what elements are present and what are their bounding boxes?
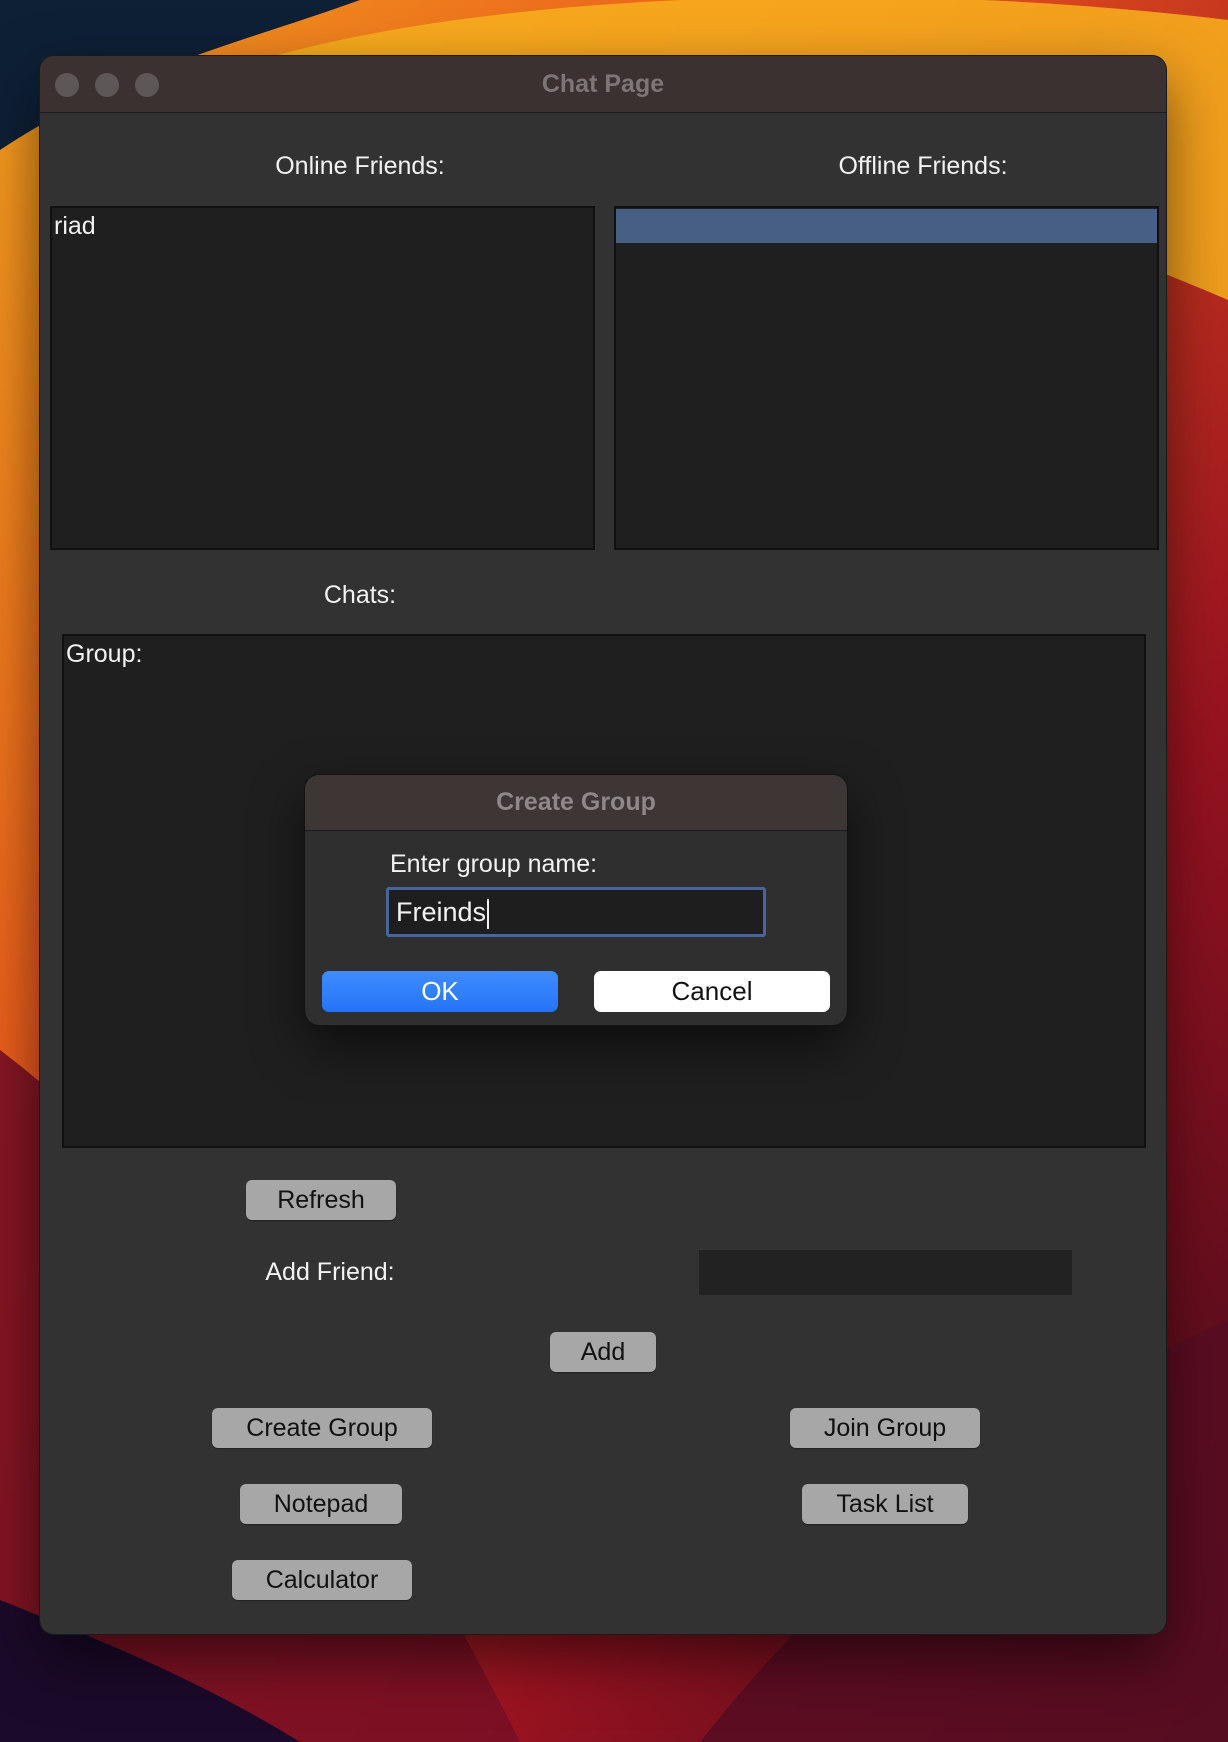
create-group-button[interactable]: Create Group — [212, 1408, 432, 1448]
group-name-prompt: Enter group name: — [390, 850, 598, 878]
dialog-title: Create Group — [496, 788, 656, 816]
group-name-input[interactable]: Freinds — [386, 887, 766, 937]
ok-button[interactable]: OK — [322, 971, 558, 1012]
task-list-button[interactable]: Task List — [802, 1484, 968, 1524]
online-friends-list[interactable]: riad — [50, 206, 595, 550]
cancel-button[interactable]: Cancel — [594, 971, 830, 1012]
offline-friends-list[interactable] — [614, 206, 1159, 550]
online-friend-item[interactable]: riad — [52, 209, 593, 243]
notepad-button[interactable]: Notepad — [240, 1484, 402, 1524]
group-name-value: Freinds — [396, 897, 487, 927]
calculator-button[interactable]: Calculator — [232, 1560, 412, 1600]
chats-label: Chats: — [323, 581, 397, 609]
add-friend-button[interactable]: Add — [550, 1332, 656, 1372]
create-group-dialog: Create Group Enter group name: Freinds O… — [305, 775, 847, 1025]
online-friends-label: Online Friends: — [275, 152, 445, 180]
join-group-button[interactable]: Join Group — [790, 1408, 980, 1448]
offline-friend-item[interactable] — [616, 209, 1157, 243]
add-friend-label: Add Friend: — [265, 1258, 395, 1286]
refresh-button[interactable]: Refresh — [246, 1180, 396, 1220]
title-bar[interactable]: Chat Page — [40, 56, 1166, 113]
text-caret — [487, 898, 490, 929]
dialog-title-bar[interactable]: Create Group — [305, 775, 847, 831]
offline-friends-label: Offline Friends: — [838, 152, 1008, 180]
chat-entry: Group: — [66, 640, 143, 668]
add-friend-input[interactable] — [699, 1250, 1072, 1295]
window-title: Chat Page — [541, 70, 665, 98]
